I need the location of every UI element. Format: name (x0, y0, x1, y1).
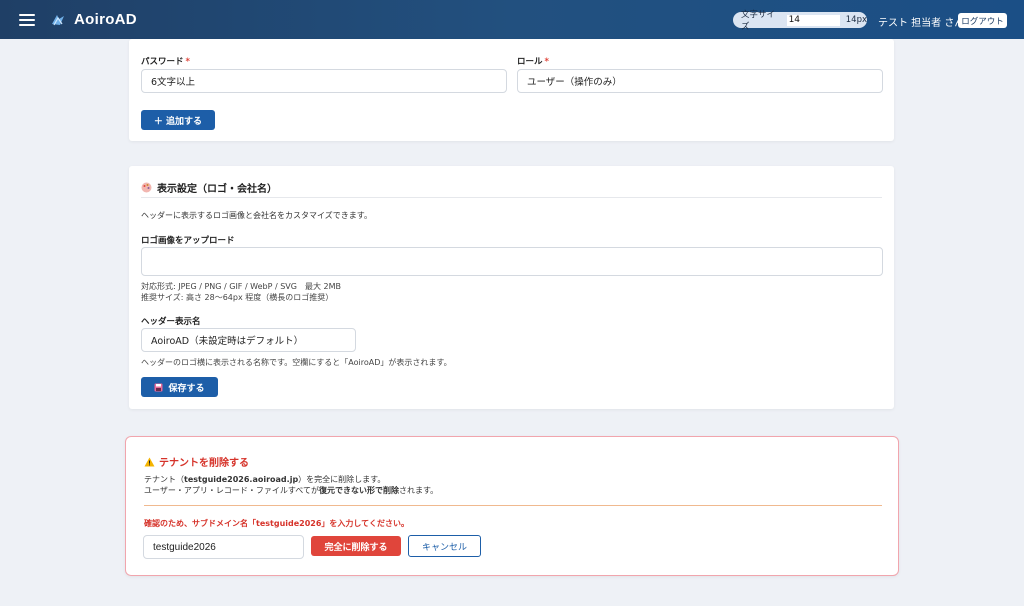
confirm-subdomain-input[interactable]: testguide2026 (143, 535, 304, 559)
add-user-button[interactable]: ＋ 追加する (141, 110, 215, 130)
top-header: AoiroAD 文字サイズ 14 14px テスト 担当者 さん ログアウト (0, 0, 1024, 39)
display-settings-card: 表示設定（ロゴ・会社名） ヘッダーに表示するロゴ画像と会社名をカスタマイズできま… (129, 166, 894, 409)
app-title[interactable]: AoiroAD (74, 11, 137, 28)
warning-icon (144, 457, 155, 466)
section-divider (141, 197, 882, 198)
password-input[interactable]: 6文字以上 (141, 69, 507, 93)
display-settings-title: 表示設定（ロゴ・会社名） (141, 180, 277, 195)
font-size-input[interactable]: 14 (786, 14, 840, 26)
danger-divider (144, 505, 882, 506)
role-label: ロール * (517, 57, 549, 67)
display-settings-description: ヘッダーに表示するロゴ画像と会社名をカスタマイズできます。 (141, 211, 372, 220)
logo-upload-label: ロゴ画像をアップロード (141, 236, 235, 246)
header-name-label: ヘッダー表示名 (141, 317, 201, 327)
delete-tenant-card: テナントを削除する テナント（testguide2026.aoiroad.jp）… (125, 436, 899, 576)
delete-description-line2: ユーザー・アプリ・レコード・ファイルすべてが復元できない形で削除されます。 (144, 486, 439, 495)
confirm-prompt: 確認のため、サブドメイン名「testguide2026」を入力してください。 (144, 519, 409, 528)
tenant-domain: testguide2026.aoiroad.jp (184, 475, 299, 484)
floppy-disk-icon (154, 383, 163, 391)
delete-permanently-button[interactable]: 完全に削除する (311, 536, 401, 556)
logo-upload-input[interactable] (141, 247, 883, 276)
role-select[interactable]: ユーザー（操作のみ） (517, 69, 883, 93)
delete-tenant-body: テナントを削除する テナント（testguide2026.aoiroad.jp）… (134, 443, 890, 569)
add-user-card: パスワード * 6文字以上 ロール * ユーザー（操作のみ） ＋ 追加する (129, 39, 894, 141)
palette-icon (141, 182, 152, 193)
cancel-button[interactable]: キャンセル (408, 535, 481, 557)
font-size-label: 文字サイズ (741, 10, 776, 32)
app-logo-icon (52, 14, 64, 25)
logo-size-note: 推奨サイズ: 高さ 28〜64px 程度（横長のロゴ推奨） (141, 293, 334, 302)
header-name-input[interactable]: AoiroAD（未設定時はデフォルト） (141, 328, 356, 352)
logout-button[interactable]: ログアウト (958, 13, 1007, 28)
save-button[interactable]: 保存する (141, 377, 218, 397)
font-size-unit: 14px (845, 15, 867, 25)
header-name-note: ヘッダーのロゴ横に表示される名称です。空欄にすると「AoiroAD」が表示されま… (141, 358, 452, 367)
logo-format-note: 対応形式: JPEG / PNG / GIF / WebP / SVG 最大 2… (141, 282, 342, 291)
menu-icon[interactable] (19, 13, 35, 26)
delete-description-line1: テナント（testguide2026.aoiroad.jp）を完全に削除します。 (144, 475, 386, 484)
user-name: テスト 担当者 さん (878, 18, 965, 29)
password-label: パスワード * (141, 57, 190, 67)
delete-tenant-title: テナントを削除する (144, 454, 249, 469)
font-size-control: 文字サイズ 14 14px (733, 10, 867, 32)
